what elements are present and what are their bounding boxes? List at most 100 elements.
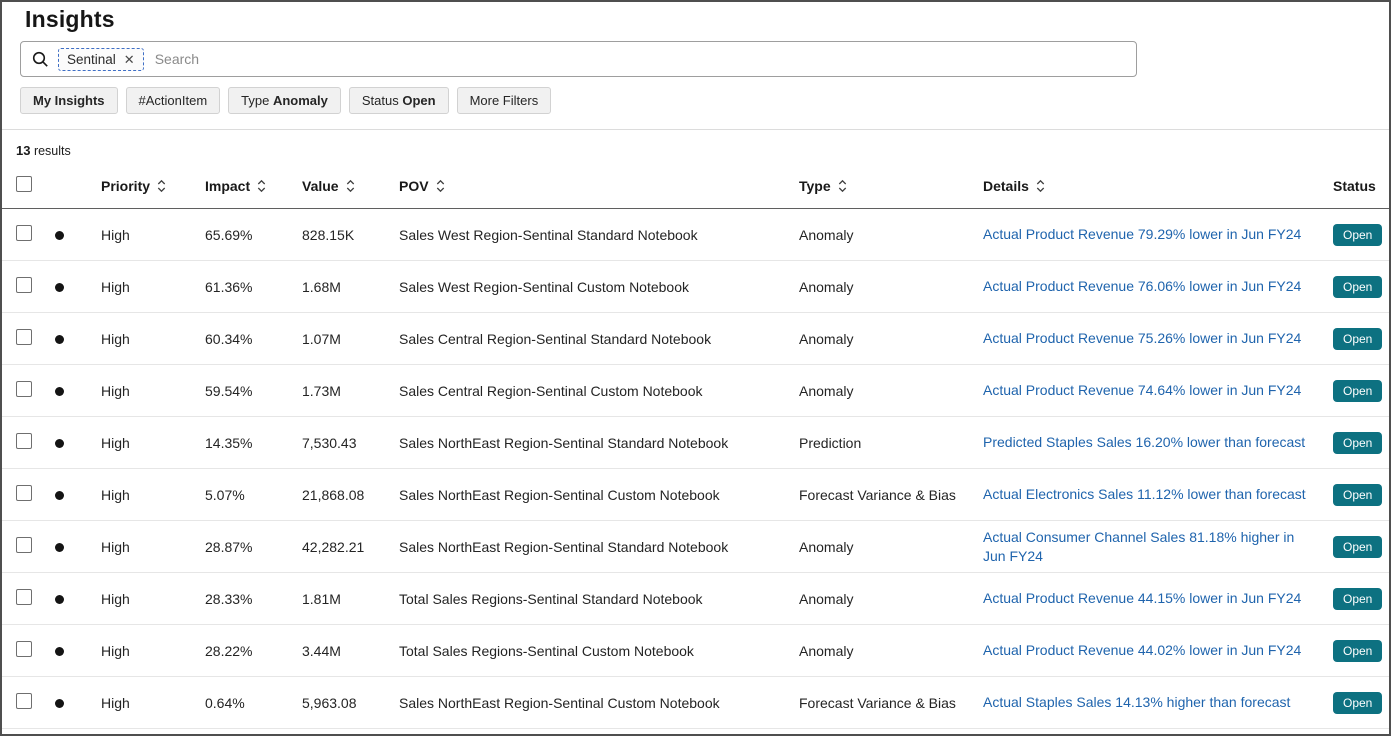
results-count: 13 results (16, 143, 1389, 158)
impact-cell: 5.07% (192, 469, 289, 521)
table-row[interactable]: High60.34%1.07MSales Central Region-Sent… (2, 313, 1391, 365)
type-cell: Forecast Variance & Bias (786, 469, 970, 521)
details-cell: Actual Product Revenue 74.64% lower in J… (970, 365, 1320, 417)
priority-cell: High (88, 573, 192, 625)
row-checkbox[interactable] (16, 329, 32, 345)
indicator-cell (42, 261, 88, 313)
new-insight-dot-icon (55, 491, 64, 500)
sort-icon[interactable] (257, 179, 266, 193)
pov-cell: Sales NorthEast Region-Sentinal Custom N… (386, 469, 786, 521)
column-header-details[interactable]: Details (970, 162, 1320, 209)
insights-page: Insights Sentinal ✕ My Insights #ActionI… (0, 0, 1391, 736)
details-link[interactable]: Actual Product Revenue 76.06% lower in J… (983, 277, 1301, 295)
status-badge: Open (1333, 328, 1382, 350)
new-insight-dot-icon (55, 387, 64, 396)
filter-my-insights[interactable]: My Insights (20, 87, 118, 114)
sort-icon[interactable] (157, 179, 166, 193)
row-checkbox[interactable] (16, 589, 32, 605)
sort-icon[interactable] (838, 179, 847, 193)
row-checkbox[interactable] (16, 433, 32, 449)
details-link[interactable]: Actual Product Revenue 44.15% lower in J… (983, 589, 1301, 607)
row-checkbox[interactable] (16, 693, 32, 709)
sort-icon[interactable] (436, 179, 445, 193)
table-row[interactable]: High5.07%21,868.08Sales NorthEast Region… (2, 469, 1391, 521)
column-header-type[interactable]: Type (786, 162, 970, 209)
type-cell: Anomaly (786, 521, 970, 573)
checkbox-cell (2, 209, 42, 261)
column-header-impact[interactable]: Impact (192, 162, 289, 209)
details-link[interactable]: Actual Electronics Sales 11.12% lower th… (983, 485, 1306, 503)
status-cell: Open (1320, 313, 1391, 365)
row-checkbox[interactable] (16, 277, 32, 293)
row-checkbox[interactable] (16, 381, 32, 397)
details-link[interactable]: Actual Product Revenue 75.26% lower in J… (983, 329, 1301, 347)
search-chip-label: Sentinal (67, 52, 116, 67)
status-cell: Open (1320, 469, 1391, 521)
details-link[interactable]: Actual Staples Sales 14.13% higher than … (983, 693, 1290, 711)
sort-icon[interactable] (1036, 179, 1045, 193)
sort-icon[interactable] (346, 179, 355, 193)
details-link[interactable]: Actual Consumer Channel Sales 81.18% hig… (983, 528, 1306, 564)
table-row[interactable]: High14.35%7,530.43Sales NorthEast Region… (2, 417, 1391, 469)
table-row[interactable]: High28.87%42,282.21Sales NorthEast Regio… (2, 521, 1391, 573)
table-row[interactable]: High28.33%1.81MTotal Sales Regions-Senti… (2, 573, 1391, 625)
table-row[interactable]: High28.22%3.44MTotal Sales Regions-Senti… (2, 625, 1391, 677)
new-insight-dot-icon (55, 699, 64, 708)
new-insight-dot-icon (55, 543, 64, 552)
column-header-pov[interactable]: POV (386, 162, 786, 209)
row-checkbox[interactable] (16, 641, 32, 657)
priority-cell: High (88, 469, 192, 521)
details-link[interactable]: Actual Product Revenue 44.02% lower in J… (983, 641, 1301, 659)
column-header-priority[interactable]: Priority (88, 162, 192, 209)
details-link[interactable]: Actual Product Revenue 79.29% lower in J… (983, 225, 1301, 243)
impact-cell: 0.64% (192, 677, 289, 729)
value-cell: 1.68M (289, 261, 386, 313)
chip-remove-icon[interactable]: ✕ (124, 53, 135, 66)
search-input[interactable] (153, 50, 1126, 68)
priority-cell: High (88, 677, 192, 729)
priority-cell: High (88, 313, 192, 365)
table-row[interactable]: High61.36%1.68MSales West Region-Sentina… (2, 261, 1391, 313)
filter-actionitem[interactable]: #ActionItem (126, 87, 221, 114)
value-cell: 1.07M (289, 313, 386, 365)
column-header-value[interactable]: Value (289, 162, 386, 209)
status-badge: Open (1333, 432, 1382, 454)
filter-type-anomaly[interactable]: Type Anomaly (228, 87, 341, 114)
indicator-cell (42, 209, 88, 261)
row-checkbox[interactable] (16, 225, 32, 241)
impact-cell: 28.33% (192, 573, 289, 625)
filter-status-open[interactable]: Status Open (349, 87, 449, 114)
table-row[interactable]: High0.64%5,963.08Sales NorthEast Region-… (2, 677, 1391, 729)
status-badge: Open (1333, 692, 1382, 714)
checkbox-cell (2, 625, 42, 677)
details-cell: Actual Product Revenue 44.02% lower in J… (970, 625, 1320, 677)
details-cell: Actual Product Revenue 79.29% lower in J… (970, 209, 1320, 261)
header-dot-cell (42, 162, 88, 209)
type-cell: Anomaly (786, 573, 970, 625)
type-cell: Anomaly (786, 209, 970, 261)
row-checkbox[interactable] (16, 537, 32, 553)
search-bar[interactable]: Sentinal ✕ (20, 41, 1137, 77)
new-insight-dot-icon (55, 439, 64, 448)
select-all-checkbox[interactable] (16, 176, 32, 192)
filter-more-filters[interactable]: More Filters (457, 87, 552, 114)
details-link[interactable]: Predicted Staples Sales 16.20% lower tha… (983, 433, 1305, 451)
type-cell: Anomaly (786, 625, 970, 677)
status-cell: Open (1320, 521, 1391, 573)
impact-cell: 28.87% (192, 521, 289, 573)
table-row[interactable]: High59.54%1.73MSales Central Region-Sent… (2, 365, 1391, 417)
table-row[interactable]: High65.69%828.15KSales West Region-Senti… (2, 209, 1391, 261)
priority-cell: High (88, 521, 192, 573)
details-cell: Actual Product Revenue 44.15% lower in J… (970, 573, 1320, 625)
row-checkbox[interactable] (16, 485, 32, 501)
pov-cell: Sales NorthEast Region-Sentinal Custom N… (386, 677, 786, 729)
status-cell: Open (1320, 573, 1391, 625)
priority-cell: High (88, 365, 192, 417)
details-cell: Actual Product Revenue 76.06% lower in J… (970, 261, 1320, 313)
search-chip[interactable]: Sentinal ✕ (58, 48, 144, 71)
priority-cell: High (88, 261, 192, 313)
status-cell: Open (1320, 261, 1391, 313)
header-check-cell (2, 162, 42, 209)
details-link[interactable]: Actual Product Revenue 74.64% lower in J… (983, 381, 1301, 399)
checkbox-cell (2, 677, 42, 729)
